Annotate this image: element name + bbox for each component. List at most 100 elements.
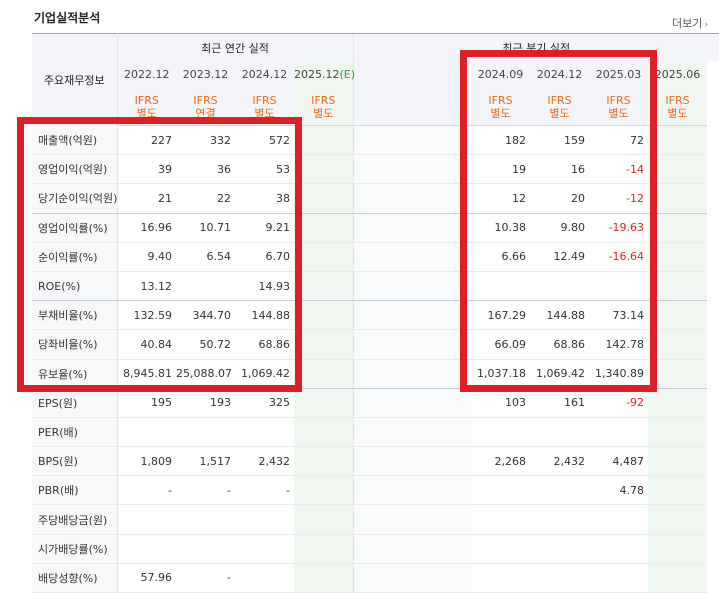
quarter-value-cell: -14 <box>589 154 649 185</box>
quarter-value-cell <box>530 534 590 564</box>
table-row: 주당배당금(원) <box>32 504 719 535</box>
gap-col <box>412 242 472 272</box>
table-row: 유보율(%) 8,945.81 25,088.07 1,069.42 1,037.18 1… <box>32 359 719 389</box>
quarter-group-header: 최근 분기 실적 <box>352 33 719 61</box>
annual-value-cell <box>294 125 354 156</box>
table-row: 영업이익률(%) 16.96 10.71 9.21 10.38 9.80 -19.63 <box>32 213 719 243</box>
annual-value-cell: 1,069.42 <box>235 359 294 389</box>
quarter-value-cell: 103 <box>471 388 531 418</box>
quarter-value-cell <box>589 271 649 302</box>
gap-col <box>412 563 472 593</box>
gap-col <box>352 475 413 506</box>
annual-value-cell <box>294 388 354 418</box>
annual-value-cell: 227 <box>117 125 176 156</box>
annual-value-cell: 572 <box>235 125 294 156</box>
gap-col <box>352 563 413 593</box>
table-row: 배당성향(%) 57.96- <box>32 563 719 593</box>
gap-col <box>412 329 472 360</box>
type-quarter-4: IFRS 별도 <box>648 88 708 126</box>
gap-col <box>352 329 413 360</box>
row-label: 주당배당금(원) <box>32 504 118 535</box>
quarter-value-cell: -12 <box>589 183 649 214</box>
table-row: BPS(원) 1,809 1,517 2,432 2,268 2,432 4,487 <box>32 446 719 477</box>
annual-value-cell <box>235 504 294 535</box>
gap-col <box>352 88 413 126</box>
gap-col <box>352 213 413 243</box>
quarter-value-cell: 167.29 <box>471 300 531 331</box>
quarter-value-cell <box>648 329 708 360</box>
annual-value-cell <box>294 213 354 243</box>
quarter-value-cell <box>530 504 590 535</box>
quarter-value-cell: 19 <box>471 154 531 185</box>
period-annual-2: 2023.12 <box>176 61 235 88</box>
gap-col <box>352 125 413 156</box>
type-quarter-2: IFRS 별도 <box>530 88 590 126</box>
gap-col <box>412 300 472 331</box>
annual-value-cell: 1,517 <box>176 446 235 477</box>
annual-value-cell <box>235 534 294 564</box>
annual-value-cell: 325 <box>235 388 294 418</box>
annual-value-cell: 9.21 <box>235 213 294 243</box>
annual-value-cell <box>117 534 176 564</box>
row-label: 당기순이익(억원) <box>32 183 118 214</box>
estimate-marker: (E) <box>339 68 356 81</box>
annual-value-cell: 36 <box>176 154 235 185</box>
period-quarter-1: 2024.09 <box>471 61 531 88</box>
quarter-value-cell <box>530 417 590 448</box>
annual-value-cell <box>294 242 354 272</box>
table-row: EPS(원) 195 193 325 103 161 -92 <box>32 388 719 418</box>
gap-col <box>412 61 472 88</box>
section-title: 기업실적분석 <box>34 11 101 25</box>
quarter-value-cell: 161 <box>530 388 590 418</box>
annual-value-cell: - <box>176 563 235 593</box>
annual-value-cell <box>176 534 235 564</box>
quarter-value-cell <box>648 125 708 156</box>
annual-value-cell: - <box>117 475 176 506</box>
quarter-value-cell <box>648 183 708 214</box>
quarter-value-cell: 10.38 <box>471 213 531 243</box>
quarter-value-cell <box>648 271 708 302</box>
quarter-value-cell: -92 <box>589 388 649 418</box>
annual-value-cell: 332 <box>176 125 235 156</box>
annual-value-cell: 9.40 <box>117 242 176 272</box>
type-annual-3: IFRS 별도 <box>235 88 294 126</box>
annual-value-cell <box>176 271 235 302</box>
quarter-value-cell: 6.66 <box>471 242 531 272</box>
row-label: 당좌비율(%) <box>32 329 118 360</box>
type-quarter-3: IFRS 별도 <box>589 88 649 126</box>
gap-col <box>412 475 472 506</box>
header-row-periods: 2022.12 2023.12 2024.12 2025.12(E) 2024.… <box>32 61 719 88</box>
gap-col <box>412 446 472 477</box>
annual-value-cell: 6.54 <box>176 242 235 272</box>
table-row: 부채비율(%) 132.59 344.70 144.88 167.29 144.88 73.… <box>32 300 719 331</box>
more-link[interactable]: 더보기 › <box>672 15 708 31</box>
table-row: 매출액(억원) 227 332 572 182 159 72 <box>32 125 719 156</box>
quarter-value-cell: 2,268 <box>471 446 531 477</box>
quarter-value-cell: 4,487 <box>589 446 649 477</box>
gap-col <box>412 183 472 214</box>
annual-value-cell: 144.88 <box>235 300 294 331</box>
quarter-value-cell: 9.80 <box>530 213 590 243</box>
annual-value-cell <box>294 300 354 331</box>
annual-value-cell: - <box>176 475 235 506</box>
type-annual-4: IFRS 별도 <box>294 88 354 126</box>
annual-value-cell <box>294 359 354 389</box>
more-link-label: 더보기 <box>672 17 703 30</box>
annual-value-cell: 195 <box>117 388 176 418</box>
annual-value-cell: 53 <box>235 154 294 185</box>
annual-value-cell: 13.12 <box>117 271 176 302</box>
gap-col <box>352 154 413 185</box>
quarter-value-cell <box>471 417 531 448</box>
annual-value-cell: 16.96 <box>117 213 176 243</box>
quarter-value-cell <box>648 154 708 185</box>
annual-value-cell <box>176 417 235 448</box>
annual-value-cell: 193 <box>176 388 235 418</box>
annual-value-cell <box>294 504 354 535</box>
annual-value-cell <box>294 271 354 302</box>
table-row: 당기순이익(억원) 21 22 38 12 20 -12 <box>32 183 719 214</box>
quarter-value-cell <box>471 534 531 564</box>
annual-value-cell <box>294 534 354 564</box>
annual-value-cell <box>294 417 354 448</box>
annual-value-cell <box>235 563 294 593</box>
type-annual-1: IFRS 별도 <box>117 88 176 126</box>
